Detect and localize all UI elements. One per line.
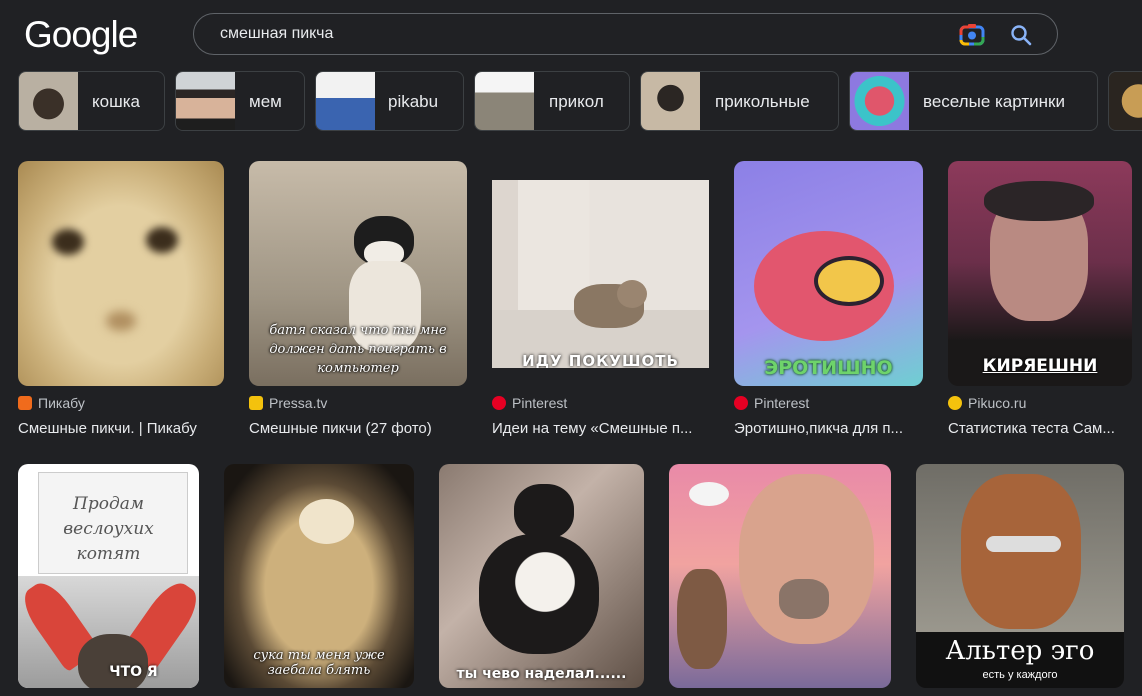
result-source[interactable]: Pikuco.ru — [948, 395, 1026, 411]
header: Google смешная пикча — [0, 0, 1142, 66]
result-title[interactable]: Статистика теста Сам... — [948, 420, 1132, 437]
result-source[interactable]: Pinterest — [734, 395, 809, 411]
chip-thumbnail — [19, 72, 78, 130]
cat-head — [617, 280, 647, 308]
meme-subcaption: есть у каждого — [982, 669, 1058, 681]
result-image[interactable]: батя сказал что ты мне должен дать поигр… — [249, 161, 467, 386]
meme-caption: КИРЯЕШНИ — [982, 356, 1098, 376]
cat-nose — [106, 311, 136, 331]
result-title[interactable]: Идеи на тему «Смешные п... — [492, 420, 709, 437]
search-icon[interactable] — [1009, 23, 1033, 47]
chip-thumbnail — [1109, 72, 1142, 130]
dove — [689, 482, 729, 506]
result-source[interactable]: Pinterest — [492, 395, 567, 411]
pinterest-favicon — [734, 396, 748, 410]
meme-caption: ИДУ ПОКУШОТЬ — [522, 352, 679, 368]
result-title[interactable]: Смешные пикчи (27 фото) — [249, 420, 467, 437]
result-source[interactable]: Пикабу — [18, 395, 85, 411]
result-title[interactable]: Смешные пикчи. | Пикабу — [18, 420, 224, 437]
result-image[interactable]: ты чево наделал...... — [439, 464, 644, 688]
chip-pikabu[interactable]: pikabu — [315, 71, 464, 131]
chip-label: мем — [249, 92, 282, 111]
chip-thumbnail — [475, 72, 534, 130]
google-lens-icon[interactable] — [959, 23, 985, 47]
related-searches: кошка мем pikabu прикол прикольные весел… — [18, 71, 1142, 131]
result-image[interactable] — [18, 161, 224, 386]
cat-face — [299, 499, 354, 544]
cat-eye — [146, 227, 178, 253]
result-image[interactable]: КИРЯЕШНИ — [948, 161, 1132, 386]
google-logo[interactable]: Google — [24, 14, 138, 56]
wolf-figure — [677, 569, 727, 669]
search-box[interactable]: смешная пикча — [193, 13, 1058, 55]
result-image[interactable]: сука ты меня уже заебала блять — [224, 464, 414, 688]
chip-thumbnail — [176, 72, 235, 130]
chip-thumbnail — [641, 72, 700, 130]
chip-label: кошка — [92, 92, 140, 111]
result-image[interactable]: Продам веслоухих котят ЧТО Я — [18, 464, 199, 688]
chip-label: веселые картинки — [923, 92, 1065, 111]
chip-label: прикол — [549, 92, 604, 111]
search-input[interactable]: смешная пикча — [220, 25, 333, 43]
result-title[interactable]: Эротишно,пикча для п... — [734, 420, 923, 437]
cat-head — [514, 484, 574, 539]
result-image[interactable]: Альтер эго есть у каждого — [916, 464, 1124, 688]
pikuco-favicon — [948, 396, 962, 410]
meme-caption: Продам веслоухих котят — [63, 494, 154, 564]
chip-prikolnye[interactable]: прикольные — [640, 71, 839, 131]
result-image[interactable] — [669, 464, 891, 688]
result-image[interactable]: ЭРОТИШНО — [734, 161, 923, 386]
chip-mem[interactable]: мем — [175, 71, 305, 131]
pressa-favicon — [249, 396, 263, 410]
cat-eye — [52, 229, 84, 255]
chip-koshka[interactable]: кошка — [18, 71, 165, 131]
meme-caption: сука ты меня уже заебала блять — [253, 648, 385, 678]
meme-caption: ты чево наделал...... — [456, 666, 627, 682]
meme-caption: ЭРОТИШНО — [764, 357, 893, 379]
chip-thumbnail — [850, 72, 909, 130]
chip-thumbnail — [316, 72, 375, 130]
cat-body — [479, 534, 599, 654]
chip-more[interactable] — [1108, 71, 1142, 131]
pinterest-favicon — [492, 396, 506, 410]
person-hair — [984, 181, 1094, 221]
meme-caption: ЧТО Я — [109, 664, 158, 680]
result-image[interactable]: ИДУ ПОКУШОТЬ — [492, 180, 709, 368]
chip-label: прикольные — [715, 92, 810, 111]
pikabu-favicon — [18, 396, 32, 410]
chip-label: pikabu — [388, 92, 439, 111]
meme-caption: батя сказал что ты мне должен дать поигр… — [269, 323, 447, 376]
chip-veselye-kartinki[interactable]: веселые картинки — [849, 71, 1098, 131]
dog-sunglasses — [986, 536, 1061, 552]
chip-prikol[interactable]: прикол — [474, 71, 630, 131]
person-beard — [779, 579, 829, 619]
result-source[interactable]: Pressa.tv — [249, 395, 327, 411]
meme-caption: Альтер эго — [945, 636, 1095, 666]
character-glasses — [814, 256, 884, 306]
